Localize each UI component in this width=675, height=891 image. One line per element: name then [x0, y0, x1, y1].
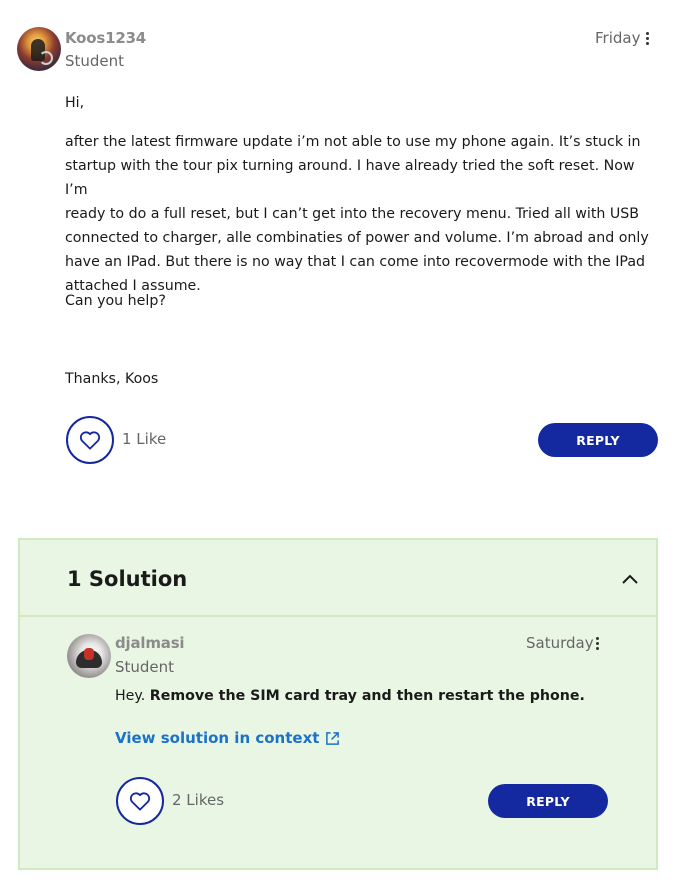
- like-button[interactable]: [66, 416, 114, 464]
- post-line: have an IPad. But there is no way that I…: [65, 254, 646, 270]
- post-line: ready to do a full reset, but I can’t ge…: [65, 206, 640, 222]
- post-signoff: Thanks, Koos: [65, 371, 159, 387]
- heart-icon: [129, 792, 151, 811]
- heart-icon: [79, 431, 101, 450]
- post-question: Can you help?: [65, 293, 166, 309]
- solution-username[interactable]: djalmasi: [115, 634, 185, 652]
- post-rank: Student: [65, 52, 125, 70]
- post-line: connected to charger, alle combinaties o…: [65, 230, 649, 246]
- reply-button[interactable]: REPLY: [538, 423, 658, 457]
- solution-text-plain: Hey.: [115, 688, 150, 704]
- chevron-up-icon[interactable]: [621, 573, 639, 585]
- solution-panel: 1 Solution: [18, 538, 658, 870]
- solution-date: Saturday: [526, 634, 594, 652]
- solution-header[interactable]: 1 Solution: [20, 540, 656, 617]
- avatar[interactable]: [17, 27, 61, 71]
- view-solution-link[interactable]: View solution in context: [115, 729, 340, 747]
- kebab-menu-icon[interactable]: [596, 637, 600, 651]
- like-count[interactable]: 1 Like: [122, 430, 166, 448]
- solution-text: Hey. Remove the SIM card tray and then r…: [115, 688, 585, 704]
- post-date: Friday: [595, 29, 641, 47]
- post-username[interactable]: Koos1234: [65, 29, 146, 47]
- post-line: startup with the tour pix turning around…: [65, 158, 635, 198]
- solution-like-count[interactable]: 2 Likes: [172, 791, 224, 809]
- kebab-menu-icon[interactable]: [646, 32, 650, 46]
- solution-reply-button[interactable]: REPLY: [488, 784, 608, 818]
- solution-title: 1 Solution: [67, 567, 188, 591]
- solution-like-button[interactable]: [116, 777, 164, 825]
- view-solution-label: View solution in context: [115, 729, 320, 747]
- post-paragraph: after the latest firmware update i’m not…: [65, 130, 655, 298]
- solution-text-bold: Remove the SIM card tray and then restar…: [149, 688, 585, 704]
- solution-avatar[interactable]: [67, 634, 111, 678]
- post-greeting: Hi,: [65, 95, 85, 111]
- external-link-icon: [326, 731, 340, 745]
- solution-rank: Student: [115, 658, 175, 676]
- post-line: after the latest firmware update i’m not…: [65, 134, 641, 150]
